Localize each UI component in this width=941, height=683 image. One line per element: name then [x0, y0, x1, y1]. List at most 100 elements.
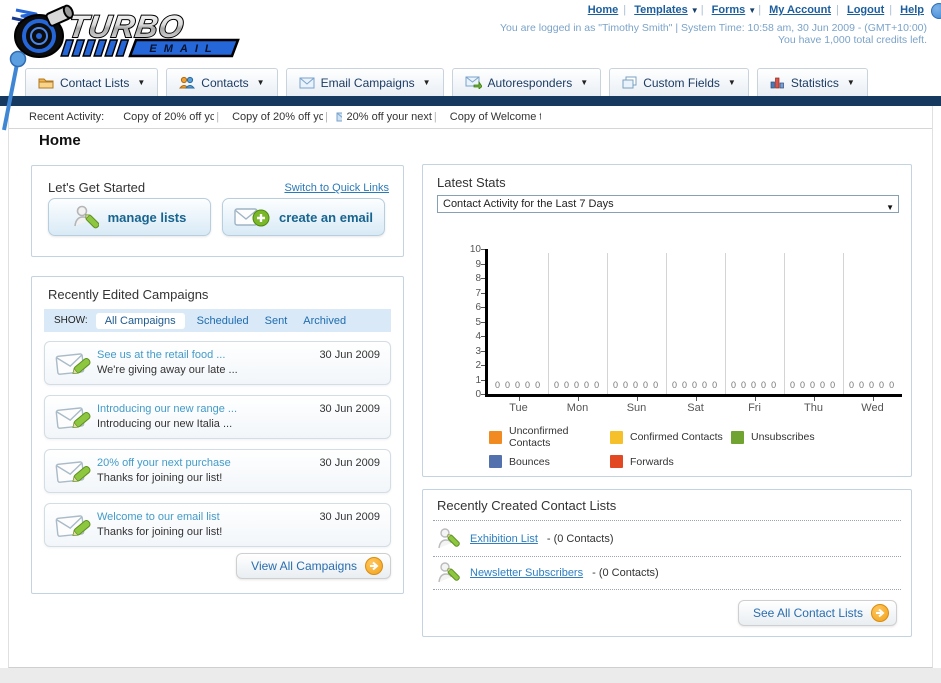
contact-list-row[interactable]: Newsletter Subscribers - (0 Contacts)	[437, 560, 659, 586]
filter-scheduled[interactable]: Scheduled	[197, 315, 249, 327]
value-label: 0	[830, 380, 836, 390]
recent-activity-item[interactable]: Copy of 20% off yc	[227, 111, 323, 123]
campaign-filter-bar: SHOW: All Campaigns Scheduled Sent Archi…	[44, 309, 391, 332]
campaigns-title: Recently Edited Campaigns	[48, 287, 209, 302]
filter-archived[interactable]: Archived	[303, 315, 346, 327]
dotted-divider	[433, 520, 901, 521]
x-tick-mark	[695, 397, 697, 401]
tab-autoresponders[interactable]: Autoresponders ▼	[451, 68, 602, 96]
separator: |	[216, 111, 220, 123]
contact-list-count: - (0 Contacts)	[592, 567, 659, 579]
y-tick-mark	[481, 278, 485, 279]
campaign-title-link[interactable]: Welcome to our email list	[97, 511, 220, 523]
tab-statistics[interactable]: Statistics ▼	[756, 68, 868, 96]
see-all-contact-lists-button[interactable]: See All Contact Lists	[737, 600, 897, 626]
value-label: 0	[692, 380, 698, 390]
chevron-down-icon: ▼	[422, 78, 431, 87]
legend-swatch	[731, 430, 744, 444]
filter-sent[interactable]: Sent	[265, 315, 288, 327]
y-tick-mark	[481, 394, 485, 395]
value-label: 0	[653, 380, 659, 390]
tab-email-campaigns[interactable]: Email Campaigns ▼	[285, 68, 444, 96]
logo-graphic: EMAIL TURBO	[11, 4, 240, 58]
contact-list-link[interactable]: Exhibition List	[470, 533, 538, 545]
create-email-button[interactable]: create an email	[222, 198, 385, 236]
main-content: Recent Activity: Copy of 20% off yc | Co…	[8, 106, 933, 668]
campaign-date: 30 Jun 2009	[319, 457, 380, 469]
contact-list-count: - (0 Contacts)	[546, 533, 614, 545]
value-label: 0	[820, 380, 826, 390]
value-label: 0	[584, 380, 590, 390]
value-labels: 00000	[672, 380, 717, 390]
legend-item: Unsubscribes	[731, 425, 815, 449]
tab-contacts[interactable]: Contacts ▼	[166, 68, 278, 96]
campaign-title-link[interactable]: See us at the retail food ...	[97, 349, 225, 361]
recent-activity-text: Copy of 20% off yc	[232, 111, 324, 123]
campaign-title-link[interactable]: 20% off your next purchase	[97, 457, 231, 469]
button-label: See All Contact Lists	[752, 606, 863, 620]
campaign-row[interactable]: Welcome to our email list Thanks for joi…	[44, 503, 391, 547]
y-tick-mark	[481, 292, 485, 294]
value-label: 0	[623, 380, 629, 390]
value-label: 0	[574, 380, 580, 390]
value-labels: 00000	[554, 380, 599, 390]
envelope-pencil-icon	[55, 515, 91, 537]
bar-chart-icon	[770, 77, 784, 89]
top-link-help[interactable]: Help	[900, 4, 924, 16]
top-link-templates[interactable]: Templates	[634, 4, 688, 16]
campaign-subtitle: We're giving away our late ...	[97, 364, 238, 376]
turbo-email-logo: EMAIL TURBO	[6, 4, 246, 60]
dotted-divider	[433, 589, 901, 590]
top-link-my-account[interactable]: My Account	[769, 4, 831, 16]
stats-period-select[interactable]: Contact Activity for the Last 7 Days ▼	[437, 195, 899, 213]
y-tick-label: 10	[469, 244, 481, 255]
view-all-campaigns-button[interactable]: View All Campaigns	[236, 553, 391, 579]
button-label: View All Campaigns	[251, 559, 357, 573]
legend-label: Confirmed Contacts	[630, 431, 723, 443]
value-label: 0	[535, 380, 541, 390]
chevron-down-icon: ▼	[137, 78, 146, 87]
legend-swatch	[489, 430, 502, 444]
chart-y-axis	[485, 249, 488, 397]
contact-list-row[interactable]: Exhibition List - (0 Contacts)	[437, 526, 614, 552]
top-link-forms[interactable]: Forms	[712, 4, 746, 16]
button-label: create an email	[279, 209, 373, 225]
top-link-logout[interactable]: Logout	[847, 4, 884, 16]
value-label: 0	[515, 380, 521, 390]
value-label: 0	[889, 380, 895, 390]
recent-activity-item[interactable]: Copy of Welcome tc	[445, 111, 541, 123]
arrow-right-icon	[365, 557, 383, 575]
recent-activity-item[interactable]: 20% off your next	[336, 111, 432, 123]
value-label: 0	[800, 380, 806, 390]
chevron-down-icon: ▼	[748, 6, 757, 15]
help-dot-decoration	[931, 3, 941, 19]
chevron-down-icon: ▼	[256, 78, 265, 87]
y-tick-mark	[481, 321, 485, 323]
x-tick-label: Sun	[626, 402, 647, 414]
switch-quick-links-link[interactable]: Switch to Quick Links	[284, 182, 389, 194]
campaign-row[interactable]: See us at the retail food ... We're givi…	[44, 341, 391, 385]
x-tick-mark	[636, 397, 638, 401]
campaign-title-link[interactable]: Introducing our new range ...	[97, 403, 237, 415]
get-started-panel: Let's Get Started Switch to Quick Links …	[31, 165, 404, 257]
recent-activity-item[interactable]: Copy of 20% off yc	[118, 111, 214, 123]
legend-item: Forwards	[610, 455, 731, 468]
gridline	[548, 253, 549, 394]
tab-contact-lists[interactable]: Contact Lists ▼	[25, 68, 159, 96]
pages-icon	[622, 76, 637, 89]
value-label: 0	[879, 380, 885, 390]
filter-all-campaigns[interactable]: All Campaigns	[95, 312, 185, 329]
campaign-row[interactable]: Introducing our new range ... Introducin…	[44, 395, 391, 439]
campaign-date: 30 Jun 2009	[319, 511, 380, 523]
campaign-row[interactable]: 20% off your next purchase Thanks for jo…	[44, 449, 391, 493]
manage-lists-button[interactable]: manage lists	[48, 198, 211, 236]
value-label: 0	[731, 380, 737, 390]
top-link-home[interactable]: Home	[588, 4, 619, 16]
latest-stats-title: Latest Stats	[437, 175, 506, 190]
tab-custom-fields[interactable]: Custom Fields ▼	[609, 68, 749, 96]
gridline	[725, 253, 726, 394]
y-tick-mark	[481, 263, 485, 265]
x-tick-mark	[518, 397, 520, 401]
contact-list-link[interactable]: Newsletter Subscribers	[470, 567, 583, 579]
login-info: You are logged in as "Timothy Smith" | S…	[500, 22, 927, 34]
